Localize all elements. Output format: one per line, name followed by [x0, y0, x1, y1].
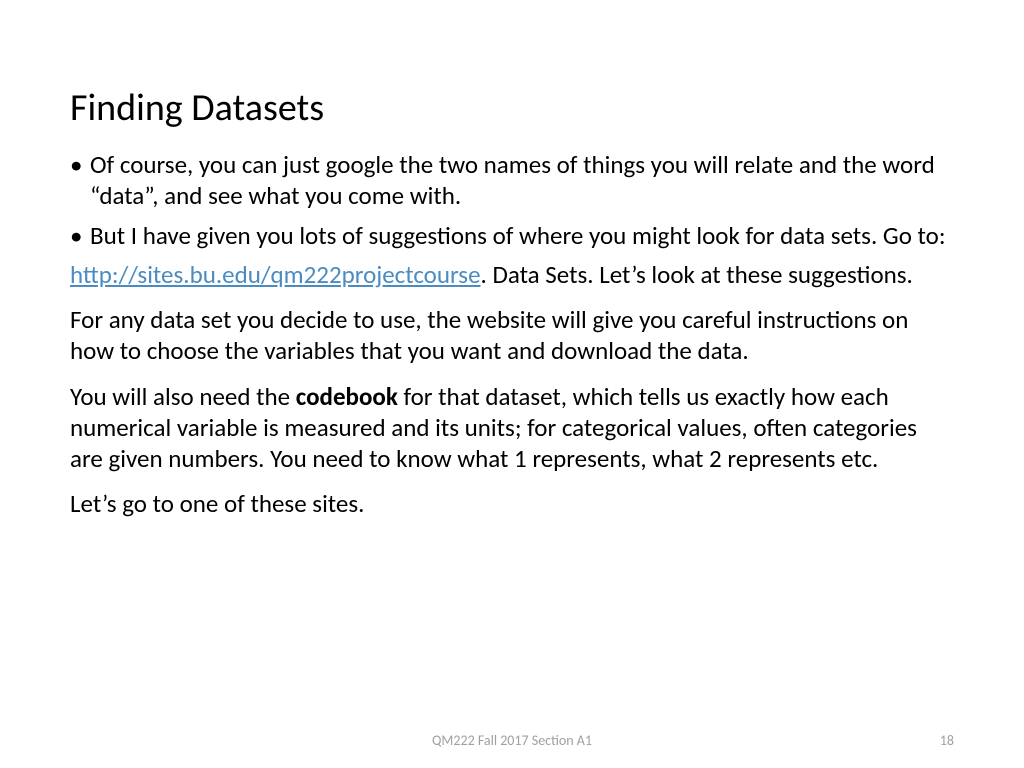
- after-link-text: . Data Sets. Let’s look at these suggest…: [481, 259, 913, 290]
- body-paragraph: For any data set you decide to use, the …: [70, 304, 954, 367]
- link-paragraph: http://sites.bu.edu/qm222projectcourse. …: [70, 259, 954, 290]
- body-paragraph: You will also need the codebook for that…: [70, 381, 954, 475]
- bullet-item: Of course, you can just google the two n…: [70, 149, 954, 212]
- slide-title: Finding Datasets: [70, 85, 954, 131]
- course-link[interactable]: http://sites.bu.edu/qm222projectcourse: [70, 259, 481, 290]
- slide-number: 18: [940, 732, 954, 749]
- codebook-bold: codebook: [296, 381, 398, 412]
- bullet-list: Of course, you can just google the two n…: [70, 149, 954, 251]
- footer-course-label: QM222 Fall 2017 Section A1: [432, 732, 592, 749]
- body-paragraph: Let’s go to one of these sites.: [70, 488, 954, 519]
- bullet-item: But I have given you lots of suggestions…: [70, 220, 954, 251]
- para3-pre: You will also need the: [70, 381, 296, 412]
